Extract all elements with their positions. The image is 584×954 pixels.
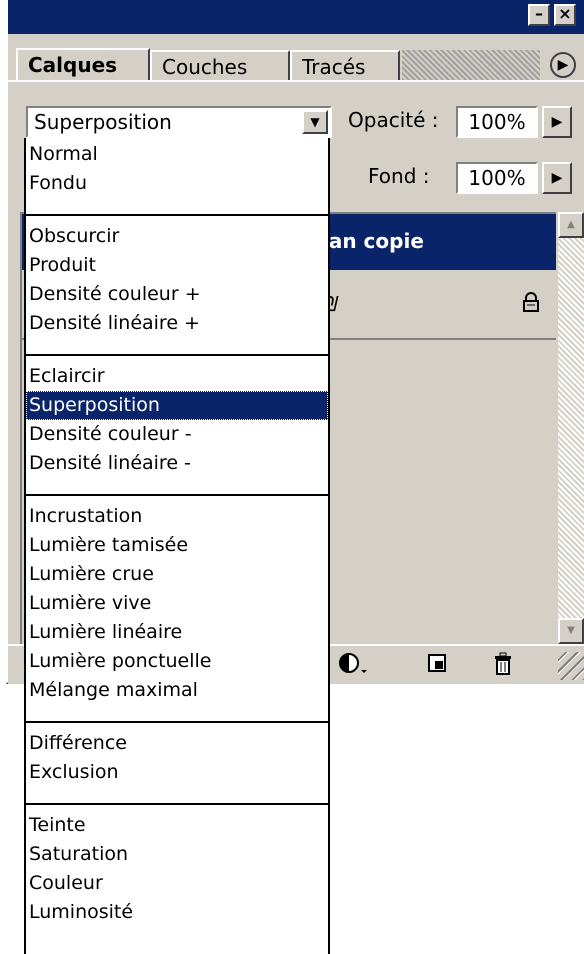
- fill-slider-button[interactable]: ▶: [542, 162, 572, 194]
- blend-mode-option[interactable]: Mélange maximal: [26, 676, 328, 705]
- blend-mode-value: Superposition: [34, 110, 172, 134]
- scroll-down-icon[interactable]: ▼: [558, 618, 584, 644]
- arrow-right-icon[interactable]: ▶: [550, 52, 576, 78]
- blend-mode-option[interactable]: Exclusion: [26, 758, 328, 787]
- blend-mode-option[interactable]: Obscurcir: [26, 222, 328, 251]
- tab-couches[interactable]: Couches: [150, 50, 290, 80]
- new-layer-icon[interactable]: [426, 652, 448, 679]
- trash-icon[interactable]: [492, 652, 514, 681]
- tab-calques[interactable]: Calques: [16, 48, 150, 82]
- blend-mode-option[interactable]: Fondu: [26, 169, 328, 198]
- blend-mode-option[interactable]: Lumière crue: [26, 560, 328, 589]
- blend-mode-option[interactable]: Lumière tamisée: [26, 531, 328, 560]
- blend-mode-option[interactable]: Densité couleur -: [26, 420, 328, 449]
- blend-mode-group: Obscurcir Produit Densité couleur + Densité…: [26, 216, 328, 356]
- blend-mode-option[interactable]: Saturation: [26, 840, 328, 869]
- blend-mode-group: Incrustation Lumière tamisée Lumière crue L…: [26, 496, 328, 723]
- close-icon[interactable]: ×: [554, 4, 576, 26]
- blend-mode-option[interactable]: Densité linéaire +: [26, 309, 328, 338]
- blend-mode-option[interactable]: Différence: [26, 729, 328, 758]
- resize-grip-icon[interactable]: [558, 652, 584, 680]
- fill-label: Fond :: [368, 164, 430, 188]
- blend-mode-option[interactable]: Densité couleur +: [26, 280, 328, 309]
- blend-mode-option[interactable]: Lumière vive: [26, 589, 328, 618]
- scroll-up-icon[interactable]: ▲: [558, 212, 584, 238]
- blend-mode-option[interactable]: Lumière ponctuelle: [26, 647, 328, 676]
- panel-title-bar[interactable]: – ×: [8, 0, 584, 34]
- panel-tabs: Calques Couches Tracés ▶: [8, 34, 584, 82]
- opacity-slider-button[interactable]: ▶: [542, 106, 572, 138]
- blend-mode-option[interactable]: Luminosité: [26, 898, 328, 927]
- blend-mode-dropdown-list[interactable]: Normal Fondu Obscurcir Produit Densité coule…: [24, 138, 330, 954]
- layer-name: lan copie: [322, 229, 424, 253]
- blend-mode-group: Teinte Saturation Couleur Luminosité: [26, 805, 328, 943]
- blend-mode-option[interactable]: Densité linéaire -: [26, 449, 328, 478]
- tab-traces[interactable]: Tracés: [290, 50, 400, 80]
- blend-mode-option[interactable]: Eclaircir: [26, 362, 328, 391]
- fill-field[interactable]: 100%: [456, 162, 538, 194]
- blend-mode-group: Eclaircir Superposition Densité couleur -D…: [26, 356, 328, 496]
- opacity-field[interactable]: 100%: [456, 106, 538, 138]
- tab-strip-filler: [402, 50, 540, 80]
- minimize-icon[interactable]: –: [528, 4, 550, 26]
- half-circle-icon[interactable]: [338, 652, 368, 681]
- blend-mode-option[interactable]: Produit: [26, 251, 328, 280]
- blend-mode-option[interactable]: Normal: [26, 140, 328, 169]
- layers-scrollbar[interactable]: ▲ ▼: [558, 212, 584, 644]
- blend-mode-select[interactable]: Superposition ▼: [26, 106, 332, 138]
- blend-mode-option[interactable]: Teinte: [26, 811, 328, 840]
- blend-mode-option[interactable]: Superposition: [26, 391, 328, 420]
- blend-mode-option[interactable]: Lumière linéaire: [26, 618, 328, 647]
- opacity-label: Opacité :: [348, 108, 439, 132]
- blend-mode-option[interactable]: Incrustation: [26, 502, 328, 531]
- tab-divider: [8, 80, 584, 82]
- chevron-down-icon[interactable]: ▼: [302, 110, 328, 134]
- blend-mode-option[interactable]: Couleur: [26, 869, 328, 898]
- lock-icon: [522, 292, 540, 317]
- blend-mode-group: Normal Fondu: [26, 138, 328, 216]
- blend-mode-group: Différence Exclusion: [26, 723, 328, 805]
